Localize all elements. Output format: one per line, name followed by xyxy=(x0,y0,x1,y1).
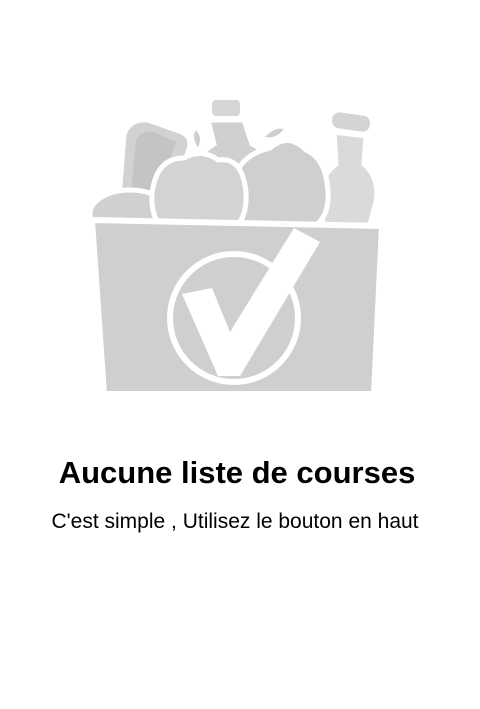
empty-state-subtitle: C'est simple , Utilisez le bouton en hau… xyxy=(51,510,419,533)
empty-list-screen: Aucune liste de courses C'est simple , U… xyxy=(0,0,480,709)
grocery-bag-check-icon xyxy=(84,92,396,398)
tall-bottle-shape xyxy=(317,108,380,235)
empty-state-title: Aucune liste de courses xyxy=(58,455,416,490)
